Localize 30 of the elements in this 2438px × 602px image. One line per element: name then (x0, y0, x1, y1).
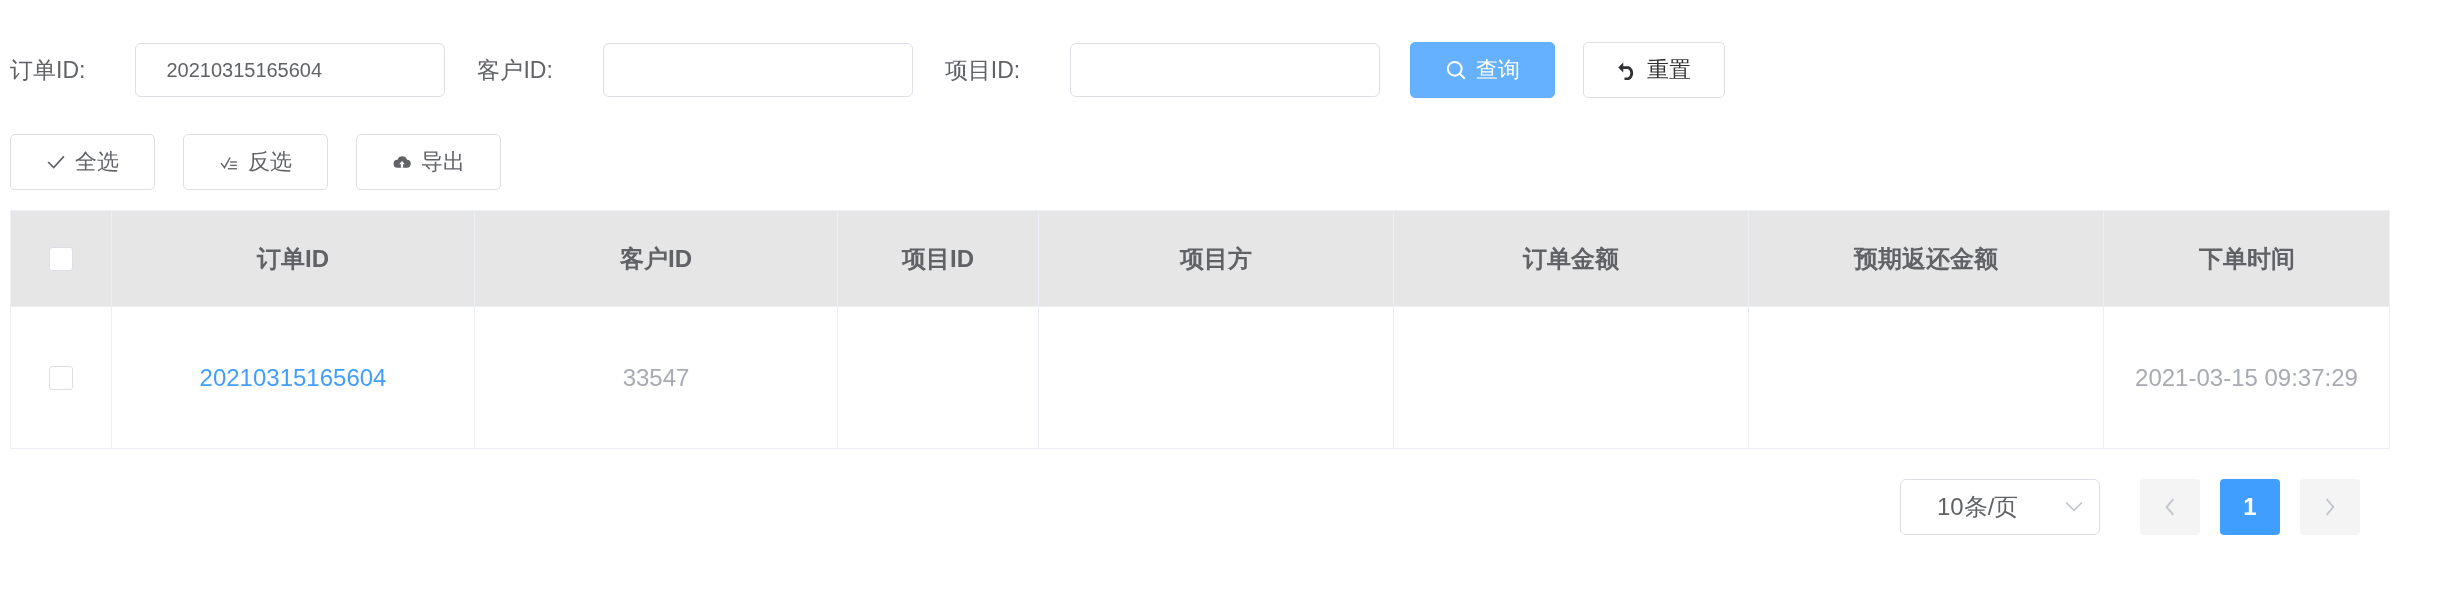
chevron-left-icon (2164, 498, 2176, 516)
column-header: 订单ID (257, 244, 329, 272)
field-label: 项目ID: (944, 55, 1021, 85)
input-field[interactable] (602, 43, 913, 97)
input-field[interactable]: 20210315165604 (135, 43, 446, 97)
column-header: 预期返还金额 (1854, 244, 1998, 272)
chevron-right-icon (2324, 498, 2336, 516)
column-header: 项目方 (1180, 244, 1252, 272)
search-icon (1445, 60, 1466, 80)
reset-button[interactable]: 重置 (1583, 42, 1726, 98)
field-label: 订单ID: (10, 55, 86, 85)
table-cell: 2021-03-15 09:37:29 (2135, 363, 2358, 391)
field-label: 客户ID: (477, 55, 553, 85)
input-field[interactable] (1070, 43, 1381, 97)
table-cell: 33547 (622, 363, 690, 391)
chevron-down-icon (2065, 501, 2083, 513)
page-size-select[interactable]: 10条/页 (1900, 479, 2100, 535)
row-checkbox[interactable] (49, 365, 73, 390)
previous-page-button[interactable] (2140, 479, 2200, 535)
toolbar-button[interactable]: 反选 (183, 134, 328, 190)
select-all-checkbox[interactable] (49, 246, 73, 271)
toolbar-button[interactable]: 导出 (356, 134, 501, 190)
next-page-button[interactable] (2300, 479, 2360, 535)
check-icon (46, 153, 65, 171)
column-header: 订单金额 (1523, 244, 1619, 272)
toolbar-button[interactable]: 全选 (10, 134, 155, 190)
column-header: 项目ID (902, 244, 974, 272)
column-header: 下单时间 (2198, 244, 2295, 272)
column-header: 客户ID (620, 244, 692, 272)
cloud-upload-icon (392, 153, 411, 171)
